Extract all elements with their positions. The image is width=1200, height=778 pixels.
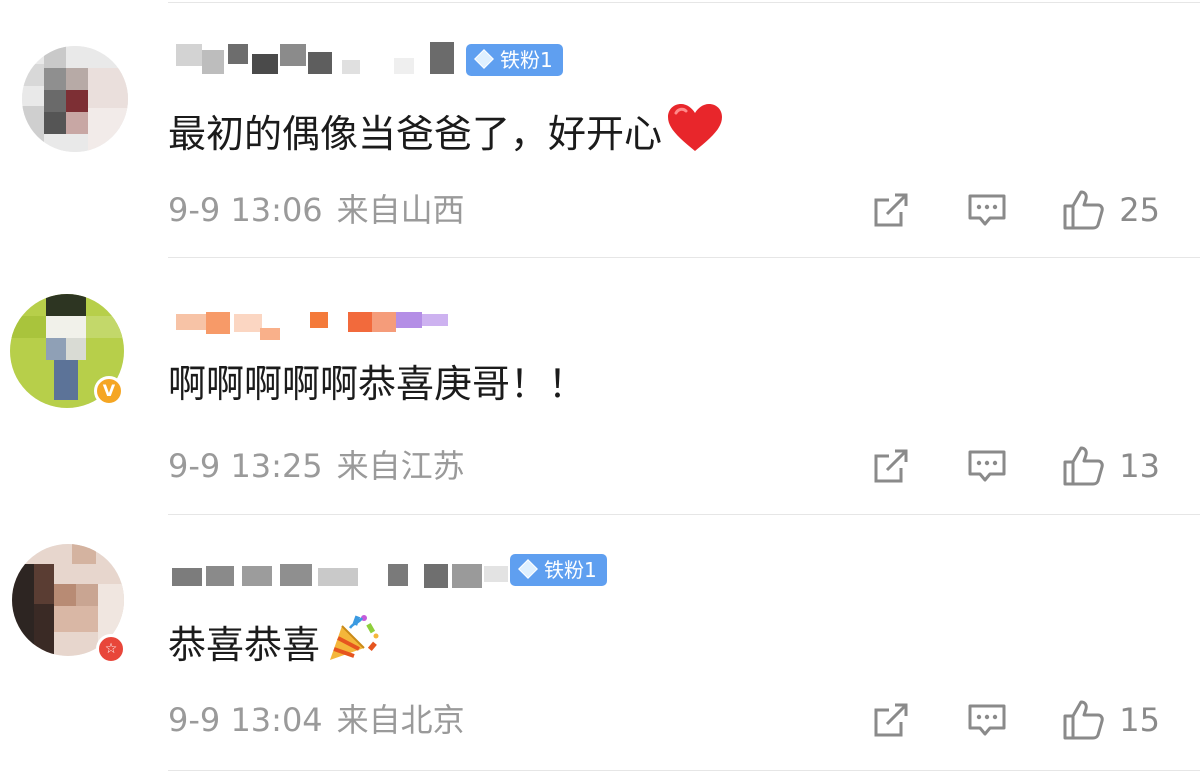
comment-icon[interactable] [965, 188, 1009, 232]
comment-item: ☆ 铁粉1 恭喜恭喜 9-9 13:04 来自北京 15 [0, 514, 1200, 778]
avatar[interactable] [22, 46, 128, 152]
thumbs-up-icon[interactable] [1061, 444, 1105, 488]
username-blurred[interactable] [168, 554, 508, 594]
party-popper-icon [324, 612, 380, 675]
comment-time: 9-9 13:06 [168, 191, 323, 229]
comment-actions: 25 [869, 188, 1160, 232]
comment-location: 来自北京 [336, 701, 465, 739]
comment-item: V 啊啊啊啊啊恭喜庚哥！！ 9-9 13:25 来自江苏 13 [0, 258, 1200, 516]
comment-location: 来自江苏 [336, 447, 465, 485]
comment-meta: 9-9 13:06 来自山西 [168, 190, 465, 230]
comment-meta: 9-9 13:25 来自江苏 [168, 446, 465, 486]
comment-time: 9-9 13:04 [168, 701, 323, 739]
thumbs-up-icon[interactable] [1061, 698, 1105, 742]
repost-icon[interactable] [869, 444, 913, 488]
comment-actions: 13 [869, 444, 1160, 488]
like-count: 25 [1119, 191, 1160, 229]
comment-meta: 9-9 13:04 来自北京 [168, 700, 465, 740]
username-blurred[interactable] [168, 308, 468, 348]
repost-icon[interactable] [869, 698, 913, 742]
fan-badge[interactable]: 铁粉1 [510, 554, 607, 586]
comment-text: 最初的偶像当爸爸了，好开心 [168, 103, 724, 164]
like-count: 13 [1119, 447, 1160, 485]
like-count: 15 [1119, 701, 1160, 739]
verified-badge: V [94, 376, 124, 406]
comment-item: 铁粉1 最初的偶像当爸爸了，好开心 9-9 13:06 来自山西 25 [0, 0, 1200, 258]
comment-location: 来自山西 [336, 191, 465, 229]
thumbs-up-icon[interactable] [1061, 188, 1105, 232]
fan-badge[interactable]: 铁粉1 [466, 44, 563, 76]
red-heart-icon [666, 103, 724, 164]
divider [168, 770, 1200, 771]
comment-text: 恭喜恭喜 [168, 612, 380, 675]
comment-time: 9-9 13:25 [168, 447, 323, 485]
username-blurred[interactable] [168, 40, 458, 80]
comment-actions: 15 [869, 698, 1160, 742]
diamond-icon [518, 559, 538, 579]
divider [168, 2, 1200, 3]
star-badge: ☆ [96, 634, 126, 664]
comment-text: 啊啊啊啊啊恭喜庚哥！！ [168, 362, 587, 406]
diamond-icon [474, 49, 494, 69]
repost-icon[interactable] [869, 188, 913, 232]
comment-icon[interactable] [965, 444, 1009, 488]
comment-icon[interactable] [965, 698, 1009, 742]
